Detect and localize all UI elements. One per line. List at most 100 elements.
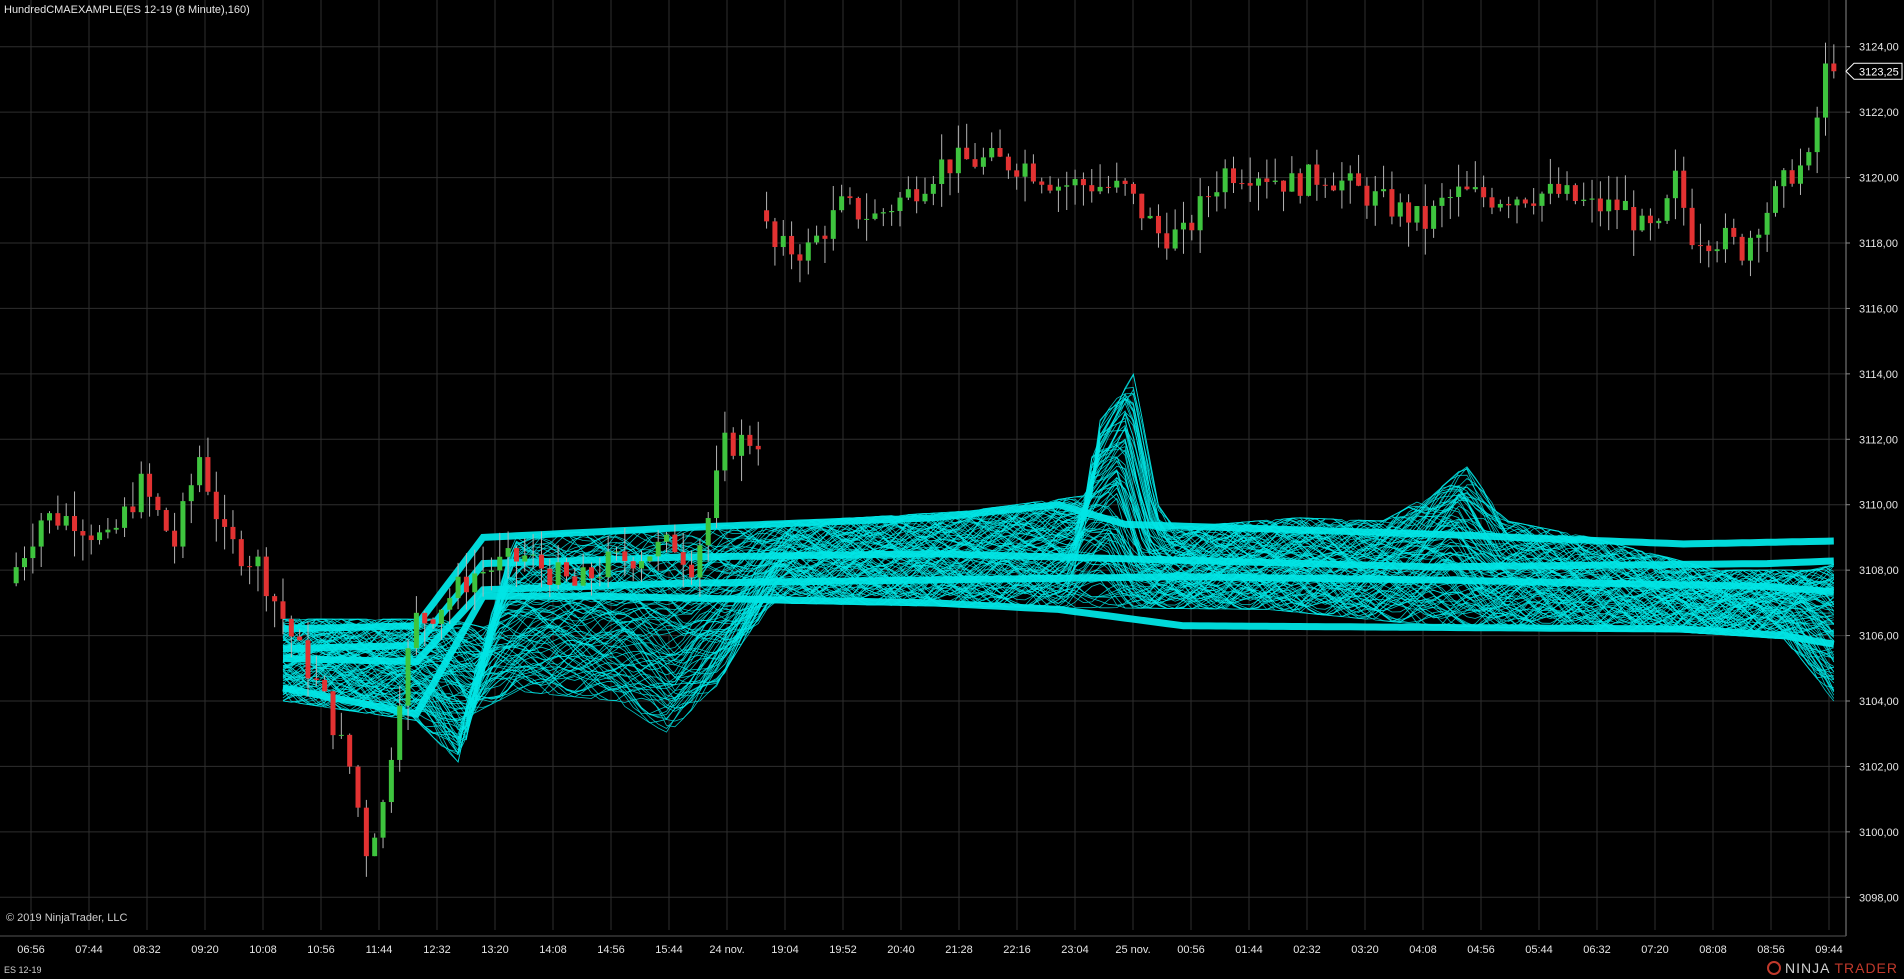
candle [405, 639, 411, 731]
candle-body [1047, 184, 1053, 191]
candle-body [1105, 186, 1111, 188]
candle-body [1272, 180, 1278, 182]
candle [814, 225, 820, 245]
candle-body [113, 527, 119, 530]
ninjatrader-logo-icon [1766, 961, 1781, 975]
candle [755, 421, 761, 466]
candle [13, 552, 19, 587]
candle-body [1606, 199, 1612, 212]
candle [1647, 208, 1653, 241]
candle-body [1622, 200, 1628, 211]
candle [822, 225, 828, 263]
candle-body [388, 759, 394, 803]
candle-body [1339, 180, 1345, 191]
candle-body [1022, 163, 1028, 177]
candle-body [480, 571, 486, 574]
candle [1764, 202, 1770, 252]
candle-body [1114, 180, 1120, 188]
candle-body [1097, 186, 1103, 192]
candle [855, 196, 861, 229]
candle [1772, 180, 1778, 217]
candle-body [1747, 237, 1753, 261]
candle [830, 185, 836, 251]
candle [1005, 153, 1011, 179]
x-tick-label: 10:56 [307, 944, 335, 956]
candle [1781, 168, 1787, 208]
candle-body [989, 147, 995, 158]
candle-body [830, 210, 836, 239]
candle-body [972, 159, 978, 167]
logo-text-ninja: NINJA [1784, 960, 1831, 976]
instrument-label: ES 12-19 [4, 965, 42, 975]
candle [1172, 209, 1178, 251]
candle [1739, 233, 1745, 266]
candle [155, 493, 161, 516]
candle [1756, 228, 1762, 263]
candle-body [1706, 245, 1712, 252]
candle [47, 511, 53, 534]
candle [222, 494, 228, 550]
candle-body [1806, 152, 1812, 166]
x-tick-label: 06:32 [1583, 944, 1611, 956]
candle [55, 495, 61, 530]
candle-body [705, 518, 711, 546]
candle-body [530, 554, 536, 556]
x-tick-label: 10:08 [249, 944, 277, 956]
candle [380, 799, 386, 849]
candle-body [1306, 164, 1312, 196]
candle-body [1072, 179, 1078, 186]
candle-body [1356, 173, 1362, 186]
candle [1222, 159, 1228, 209]
candle [1030, 154, 1036, 184]
candle [1381, 165, 1387, 198]
candle [805, 228, 811, 275]
candle-body [1089, 185, 1095, 192]
candle [1447, 189, 1453, 219]
candle-body [405, 648, 411, 706]
candle-body [255, 556, 261, 567]
candle-body [1456, 186, 1462, 198]
last-price-marker: 3123,25 [1845, 62, 1903, 80]
candle-body [1397, 202, 1403, 217]
candle [1547, 158, 1553, 205]
candle-body [1531, 203, 1537, 206]
candle-body [1297, 173, 1303, 196]
candle [1397, 193, 1403, 227]
candle-body [1564, 185, 1570, 194]
candle-body [1789, 170, 1795, 184]
candle-body [1556, 183, 1562, 194]
candle-body [672, 534, 678, 553]
candle [1831, 44, 1837, 79]
candle-body [180, 501, 186, 547]
candle-body [1589, 198, 1595, 200]
candle-body [1739, 236, 1745, 261]
price-chart[interactable]: 3098,00 3100,00 3102,00 3104,00 3106,00 3108,… [0, 0, 1904, 979]
x-tick-label: 20:40 [887, 944, 915, 956]
candle [497, 532, 503, 585]
candle-body [188, 485, 194, 502]
candle-body [63, 516, 69, 526]
candle [347, 733, 353, 774]
candle [697, 539, 703, 597]
candle [1506, 196, 1512, 219]
candle [1347, 165, 1353, 204]
candle-body [130, 506, 136, 513]
candle-body [555, 562, 561, 585]
candle [1247, 157, 1253, 202]
candle-body [1239, 183, 1245, 185]
candle-body [897, 197, 903, 212]
candle [1731, 218, 1737, 245]
candle-body [513, 548, 519, 562]
candle-body [797, 254, 803, 261]
candle-body [1214, 192, 1220, 197]
x-tick-label: 19:52 [829, 944, 857, 956]
candle [1714, 241, 1720, 263]
candle-body [347, 734, 353, 767]
candle-body [1314, 164, 1320, 185]
candle [1431, 200, 1437, 238]
y-tick-label: 3102,00 [1859, 761, 1899, 773]
candle-body [1130, 183, 1136, 194]
candle-body [1697, 245, 1703, 247]
candle [80, 519, 86, 561]
candle [1747, 230, 1753, 277]
